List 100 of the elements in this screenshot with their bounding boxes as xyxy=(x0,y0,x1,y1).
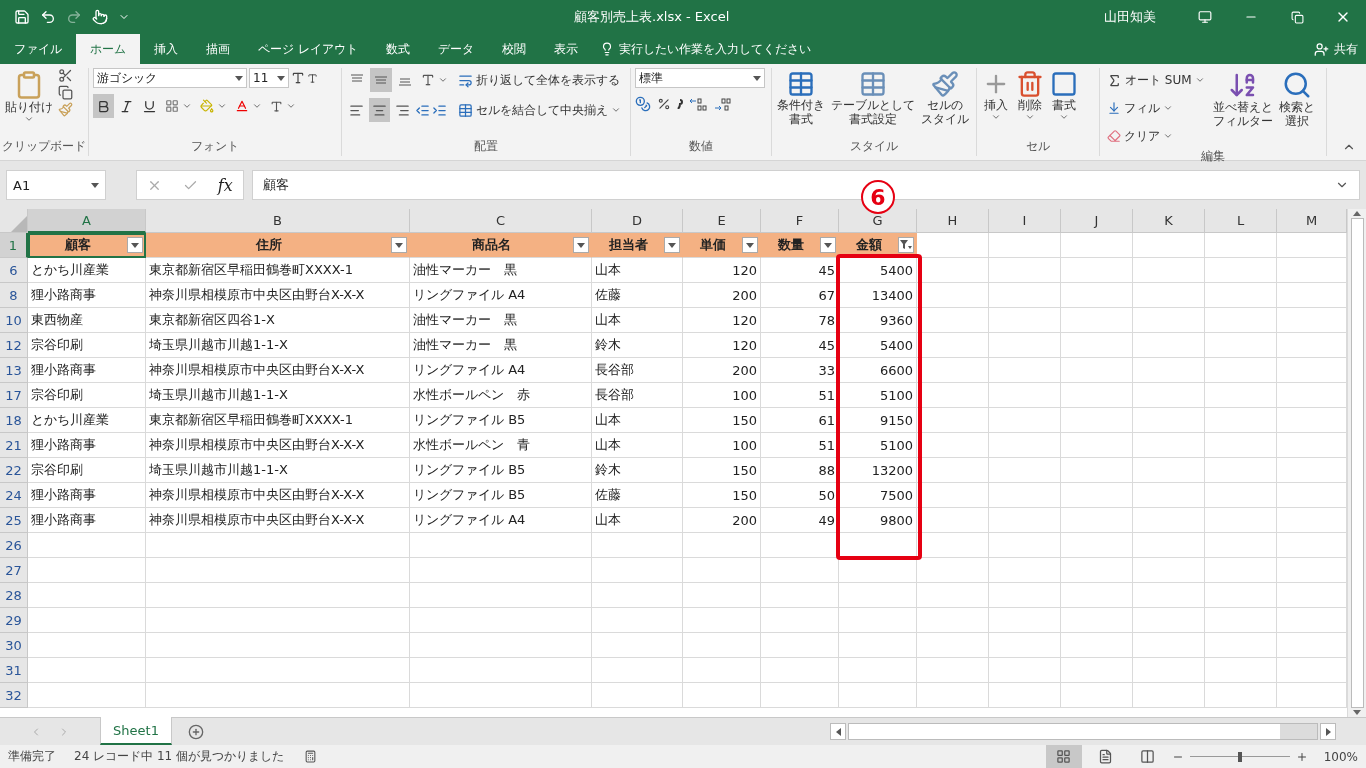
row-number[interactable]: 25 xyxy=(0,508,28,533)
increase-indent-icon[interactable] xyxy=(432,102,447,118)
zoom-level[interactable]: 100% xyxy=(1323,749,1358,764)
percent-icon[interactable] xyxy=(657,97,671,111)
shrink-font-icon[interactable] xyxy=(307,72,318,84)
row-number[interactable]: 29 xyxy=(0,608,28,633)
decrease-indent-icon[interactable] xyxy=(415,102,430,118)
ribbon-tab[interactable]: ファイル xyxy=(0,34,76,64)
column-letter[interactable]: I xyxy=(989,209,1061,233)
column-letter[interactable]: K xyxy=(1133,209,1205,233)
row-number[interactable]: 13 xyxy=(0,358,28,383)
column-letter[interactable]: H xyxy=(917,209,989,233)
row-number[interactable]: 10 xyxy=(0,308,28,333)
row-number[interactable]: 24 xyxy=(0,483,28,508)
ribbon-tab[interactable]: 数式 xyxy=(371,34,424,64)
restore-icon[interactable] xyxy=(1290,10,1304,24)
cut-icon[interactable] xyxy=(58,68,73,83)
scroll-up-icon[interactable] xyxy=(1353,211,1361,216)
currency-icon[interactable] xyxy=(635,96,651,112)
filter-button[interactable] xyxy=(127,237,143,253)
clear-button[interactable]: クリア xyxy=(1104,124,1208,148)
filter-button[interactable] xyxy=(664,237,680,253)
row-number[interactable]: 32 xyxy=(0,683,28,708)
column-letter[interactable]: C xyxy=(410,209,592,233)
cells-button[interactable]: 削除 xyxy=(1015,68,1045,124)
font-name-field[interactable]: 游ゴシック xyxy=(93,68,247,88)
editing-button[interactable]: 並べ替えと フィルター xyxy=(1211,68,1274,130)
vertical-scrollbar[interactable] xyxy=(1347,209,1366,717)
ribbon-tab[interactable]: 描画 xyxy=(192,34,244,64)
scroll-left-icon[interactable] xyxy=(835,727,841,736)
insert-function-button[interactable]: fx xyxy=(217,175,233,195)
row-number[interactable]: 8 xyxy=(0,283,28,308)
row-number[interactable]: 28 xyxy=(0,583,28,608)
ribbon-tab[interactable]: 校閲 xyxy=(487,34,540,64)
filter-applied-button[interactable] xyxy=(898,237,914,253)
ribbon-tab[interactable]: 挿入 xyxy=(140,34,192,64)
style-button[interactable]: セルの スタイル xyxy=(920,68,970,128)
row-number[interactable]: 22 xyxy=(0,458,28,483)
wrap-text-button[interactable]: 折り返して全体を表示する xyxy=(455,68,624,92)
column-letter[interactable]: A xyxy=(28,209,146,233)
table-cell: 5100 xyxy=(839,383,917,408)
ribbon-tab[interactable]: ページ レイアウト xyxy=(244,34,372,64)
column-letter[interactable]: D xyxy=(592,209,683,233)
tell-me-field[interactable]: 実行したい作業を入力してください xyxy=(591,34,819,64)
row-number[interactable]: 27 xyxy=(0,558,28,583)
row-number[interactable]: 18 xyxy=(0,408,28,433)
decrease-decimal-icon[interactable] xyxy=(713,97,731,111)
merge-center-button[interactable]: セルを結合して中央揃え xyxy=(455,98,624,122)
row-number[interactable]: 17 xyxy=(0,383,28,408)
name-box[interactable]: A1 xyxy=(6,170,106,200)
filter-button[interactable] xyxy=(742,237,758,253)
row-number[interactable]: 31 xyxy=(0,658,28,683)
autosum-button[interactable]: オート SUM xyxy=(1104,68,1208,92)
increase-decimal-icon[interactable] xyxy=(689,97,707,111)
horizontal-align-button[interactable] xyxy=(369,98,390,122)
filter-button[interactable] xyxy=(573,237,589,253)
format-toggle[interactable] xyxy=(93,94,114,118)
touch-mode-icon[interactable] xyxy=(92,9,108,25)
column-letter[interactable]: J xyxy=(1061,209,1133,233)
grow-font-icon[interactable] xyxy=(291,71,305,85)
cells-button[interactable]: 書式 xyxy=(1049,68,1079,124)
zoom-slider[interactable] xyxy=(1189,751,1290,762)
view-button[interactable] xyxy=(1045,745,1082,768)
row-number[interactable]: 26 xyxy=(0,533,28,558)
column-letter[interactable]: B xyxy=(146,209,410,233)
row-number[interactable]: 1 xyxy=(0,233,28,258)
save-icon[interactable] xyxy=(14,9,30,25)
undo-icon[interactable] xyxy=(40,9,56,25)
redo-icon[interactable] xyxy=(66,9,82,25)
share-button[interactable]: 共有 xyxy=(1306,34,1366,64)
row-number[interactable]: 21 xyxy=(0,433,28,458)
number-format-field[interactable]: 標準 xyxy=(635,68,765,88)
row-number[interactable]: 12 xyxy=(0,333,28,358)
filter-button[interactable] xyxy=(820,237,836,253)
column-letter[interactable]: M xyxy=(1277,209,1347,233)
column-letter[interactable]: F xyxy=(761,209,839,233)
fill-button[interactable]: フィル xyxy=(1104,96,1208,120)
ribbon-display-icon[interactable] xyxy=(1198,10,1212,24)
scroll-down-icon[interactable] xyxy=(1353,710,1361,715)
filter-button[interactable] xyxy=(391,237,407,253)
comma-icon[interactable] xyxy=(677,99,683,109)
editing-button[interactable]: 検索と 選択 xyxy=(1277,68,1316,130)
sheet-tab[interactable]: Sheet1 xyxy=(100,717,172,745)
ribbon-tab[interactable]: データ xyxy=(423,34,488,64)
row-number[interactable]: 30 xyxy=(0,633,28,658)
column-letter[interactable]: E xyxy=(683,209,761,233)
zoom-in-icon[interactable] xyxy=(1295,750,1308,763)
style-button[interactable]: テーブルとして 書式設定 xyxy=(830,68,916,128)
cells-button[interactable]: 挿入 xyxy=(981,68,1011,124)
copy-icon[interactable] xyxy=(58,85,73,100)
column-letter[interactable]: L xyxy=(1205,209,1277,233)
style-button[interactable]: 条件付き 書式 xyxy=(776,68,826,128)
ribbon-tab[interactable]: ホーム xyxy=(76,34,140,64)
row-number[interactable]: 6 xyxy=(0,258,28,283)
paste-button[interactable]: 貼り付け xyxy=(4,68,54,126)
scroll-right-icon[interactable] xyxy=(1325,727,1331,736)
column-letter[interactable]: G xyxy=(839,209,917,233)
font-size-field[interactable]: 11 xyxy=(249,68,289,88)
add-sheet-icon[interactable] xyxy=(188,723,204,740)
ribbon-tab[interactable]: 表示 xyxy=(539,34,592,64)
